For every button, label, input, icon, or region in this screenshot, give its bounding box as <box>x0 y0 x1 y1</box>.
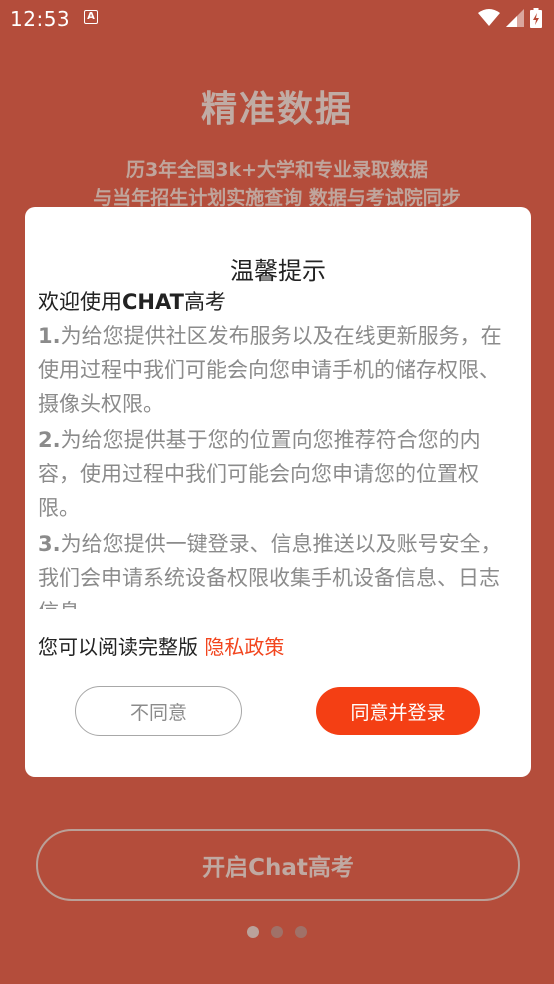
status-icons <box>478 8 542 28</box>
privacy-item-number: 3. <box>38 532 61 556</box>
privacy-item-number: 1. <box>38 324 61 348</box>
privacy-policy-link[interactable]: 隐私政策 <box>204 635 284 659</box>
welcome-suffix: 高考 <box>183 290 226 314</box>
disagree-button[interactable]: 不同意 <box>75 686 242 736</box>
privacy-item: 3.为给您提供一键登录、信息推送以及账号安全，我们会申请系统设备权限收集手机设备… <box>38 527 518 609</box>
privacy-item: 2.为给您提供基于您的位置向您推荐符合您的内容，使用过程中我们可能会向您申请您的… <box>38 423 518 525</box>
welcome-text: 欢迎使用CHAT高考 <box>38 287 518 317</box>
privacy-item: 1.为给您提供社区发布服务以及在线更新服务，在使用过程中我们可能会向您申请手机的… <box>38 319 518 421</box>
privacy-item-text: 为给您提供社区发布服务以及在线更新服务，在使用过程中我们可能会向您申请手机的储存… <box>38 324 502 416</box>
welcome-brand: CHAT <box>122 290 184 314</box>
policy-prefix: 您可以阅读完整版 <box>38 635 205 659</box>
privacy-item-text: 为给您提供一键登录、信息推送以及账号安全，我们会申请系统设备权限收集手机设备信息… <box>38 532 502 609</box>
privacy-item-number: 2. <box>38 428 61 452</box>
privacy-item-text: 为给您提供基于您的位置向您推荐符合您的内容，使用过程中我们可能会向您申请您的位置… <box>38 428 481 520</box>
signal-icon <box>506 9 524 27</box>
battery-charging-icon <box>530 8 542 28</box>
policy-line: 您可以阅读完整版 隐私政策 <box>38 631 284 660</box>
a-box-icon: A <box>84 10 98 24</box>
status-time: 12:53 <box>10 7 71 31</box>
dialog-title: 温馨提示 <box>230 257 326 285</box>
status-bar: 12:53 A <box>0 0 554 38</box>
privacy-dialog: 温馨提示 欢迎使用CHAT高考 1.为给您提供社区发布服务以及在线更新服务，在使… <box>25 207 531 777</box>
wifi-icon <box>478 9 500 26</box>
agree-login-button[interactable]: 同意并登录 <box>316 687 480 735</box>
welcome-prefix: 欢迎使用 <box>38 290 122 314</box>
privacy-scroll-area[interactable]: 欢迎使用CHAT高考 1.为给您提供社区发布服务以及在线更新服务，在使用过程中我… <box>38 287 518 609</box>
